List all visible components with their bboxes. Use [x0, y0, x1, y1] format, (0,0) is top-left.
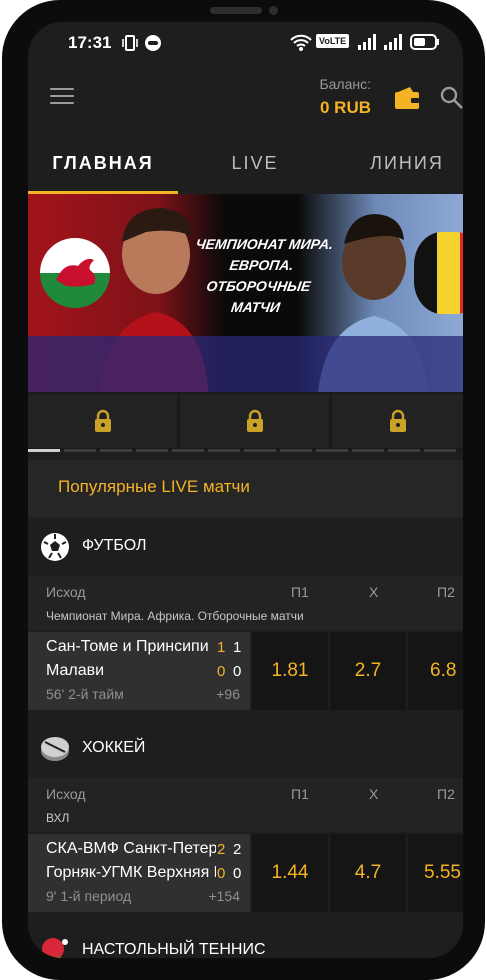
signal-icon: [358, 34, 376, 50]
promo-banner[interactable]: ЧЕМПИОНАТ МИРА. ЕВРОПА. ОТБОРОЧНЫЕ МАТЧИ: [28, 194, 463, 392]
belgium-flag-icon: [414, 232, 463, 314]
battery-icon: [410, 34, 439, 50]
pager-dot[interactable]: [388, 449, 420, 452]
sport-header[interactable]: ФУТБОЛ: [28, 518, 463, 576]
speaker: [210, 7, 262, 14]
locked-slot[interactable]: [28, 394, 177, 448]
front-camera: [269, 6, 278, 15]
odds-columns-header: Исход П1 Х П2: [28, 778, 463, 810]
sport-header[interactable]: НАСТОЛЬНЫЙ ТЕННИС: [28, 922, 463, 958]
match-row: СКА-ВМФ Санкт-Петербург 2 2 Горняк-УГМК …: [28, 832, 463, 914]
col-p2: П2: [437, 584, 455, 600]
pager-dot[interactable]: [64, 449, 96, 452]
odd-x[interactable]: 4.7: [330, 834, 406, 912]
pager-dot[interactable]: [100, 449, 132, 452]
sport-title: НАСТОЛЬНЫЙ ТЕННИС: [82, 941, 266, 958]
pager-dot[interactable]: [316, 449, 348, 452]
more-markets-count: +154: [208, 888, 240, 904]
score-away-total: 0: [233, 865, 242, 882]
status-time: 17:31: [68, 33, 112, 52]
pager-dot[interactable]: [208, 449, 240, 452]
hockey-puck-icon: [41, 737, 69, 761]
score-away-current: 0: [217, 663, 226, 680]
app-screen: 17:31 VoLTE Баланс: 0 RUB ГЛАВНАЯ LIVE Л…: [28, 22, 463, 958]
odd-p1[interactable]: 1.44: [252, 834, 328, 912]
team-away: Малави: [46, 662, 105, 679]
app-notification-icon: [145, 35, 161, 51]
col-p2: П2: [437, 786, 455, 802]
col-x: Х: [369, 786, 379, 802]
tab-live[interactable]: LIVE: [180, 146, 330, 194]
lock-icon: [94, 409, 111, 432]
team-home: Сан-Томе и Принсипи: [46, 638, 209, 655]
sport-section-hockey: ХОККЕЙ Исход П1 Х П2 ВХЛ СКА-ВМФ Санкт-П…: [28, 720, 463, 920]
col-outcome: Исход: [46, 786, 86, 802]
vibrate-icon: [122, 35, 138, 51]
score-away-total: 0: [233, 663, 242, 680]
match-period: 56' 2-й тайм: [46, 686, 124, 702]
phone-frame: 17:31 VoLTE Баланс: 0 RUB ГЛАВНАЯ LIVE Л…: [2, 0, 485, 980]
sport-title: ХОККЕЙ: [82, 739, 146, 756]
match-teams[interactable]: СКА-ВМФ Санкт-Петербург 2 2 Горняк-УГМК …: [28, 834, 250, 912]
score-home-total: 2: [233, 841, 242, 858]
banner-pager: [28, 449, 463, 453]
locked-slot[interactable]: [332, 394, 463, 448]
match-period: 9' 1-й период: [46, 888, 132, 904]
sport-header[interactable]: ХОККЕЙ: [28, 720, 463, 778]
col-outcome: Исход: [46, 584, 86, 600]
lock-icon: [246, 409, 263, 432]
score-away-current: 0: [217, 865, 226, 882]
pager-dot[interactable]: [244, 449, 276, 452]
pager-dot[interactable]: [172, 449, 204, 452]
locked-slots: [28, 392, 463, 450]
score-home-current: 1: [217, 639, 226, 656]
top-bar: Баланс: 0 RUB: [28, 66, 463, 136]
volte-badge: VoLTE: [316, 34, 350, 48]
balance-label: Баланс:: [319, 76, 371, 92]
wallet-icon[interactable]: [394, 86, 420, 110]
col-p1: П1: [291, 786, 309, 802]
search-icon[interactable]: [440, 86, 463, 110]
popular-live-label: Популярные LIVE матчи: [58, 477, 250, 496]
team-away: Горняк-УГМК Верхняя Пышма: [46, 864, 216, 881]
sport-section-football: ФУТБОЛ Исход П1 Х П2 Чемпионат Мира. Афр…: [28, 518, 463, 718]
col-x: Х: [369, 584, 379, 600]
pager-dot[interactable]: [280, 449, 312, 452]
main-tabs: ГЛАВНАЯ LIVE ЛИНИЯ: [28, 146, 463, 194]
pager-dot[interactable]: [424, 449, 456, 452]
league-name: ВХЛ: [28, 810, 463, 832]
locked-slot[interactable]: [180, 394, 329, 448]
popular-live-header[interactable]: Популярные LIVE матчи: [28, 460, 463, 518]
odd-p2[interactable]: 6.8: [408, 632, 463, 710]
odd-x[interactable]: 2.7: [330, 632, 406, 710]
status-bar: 17:31 VoLTE: [28, 22, 463, 66]
match-teams[interactable]: Сан-Томе и Принсипи 1 1 Малави 0 0 56' 2…: [28, 632, 250, 710]
table-tennis-icon: [42, 938, 68, 958]
soccer-ball-icon: [41, 533, 69, 561]
more-markets-count: +96: [216, 686, 240, 702]
signal-2-icon: [384, 34, 402, 50]
league-name: Чемпионат Мира. Африка. Отборочные матчи: [28, 608, 463, 630]
sport-title: ФУТБОЛ: [82, 537, 147, 554]
tab-line[interactable]: ЛИНИЯ: [332, 146, 463, 194]
tab-main[interactable]: ГЛАВНАЯ: [28, 146, 178, 194]
pager-dot[interactable]: [136, 449, 168, 452]
pager-dot[interactable]: [352, 449, 384, 452]
score-home-current: 2: [217, 841, 226, 858]
odd-p2[interactable]: 5.55: [408, 834, 463, 912]
lock-icon: [389, 409, 406, 432]
score-home-total: 1: [233, 639, 242, 656]
hamburger-menu-icon[interactable]: [50, 88, 74, 106]
balance-value: 0 RUB: [319, 98, 371, 117]
wifi-icon: [290, 34, 312, 51]
odds-columns-header: Исход П1 Х П2: [28, 576, 463, 608]
banner-band: [28, 336, 463, 392]
col-p1: П1: [291, 584, 309, 600]
sport-section-table-tennis: НАСТОЛЬНЫЙ ТЕННИС: [28, 922, 463, 958]
pager-dot[interactable]: [28, 449, 60, 452]
team-home: СКА-ВМФ Санкт-Петербург: [46, 840, 216, 857]
odd-p1[interactable]: 1.81: [252, 632, 328, 710]
banner-headline: ЧЕМПИОНАТ МИРА. ЕВРОПА. ОТБОРОЧНЫЕ МАТЧИ: [194, 236, 335, 315]
match-row: Сан-Томе и Принсипи 1 1 Малави 0 0 56' 2…: [28, 630, 463, 712]
